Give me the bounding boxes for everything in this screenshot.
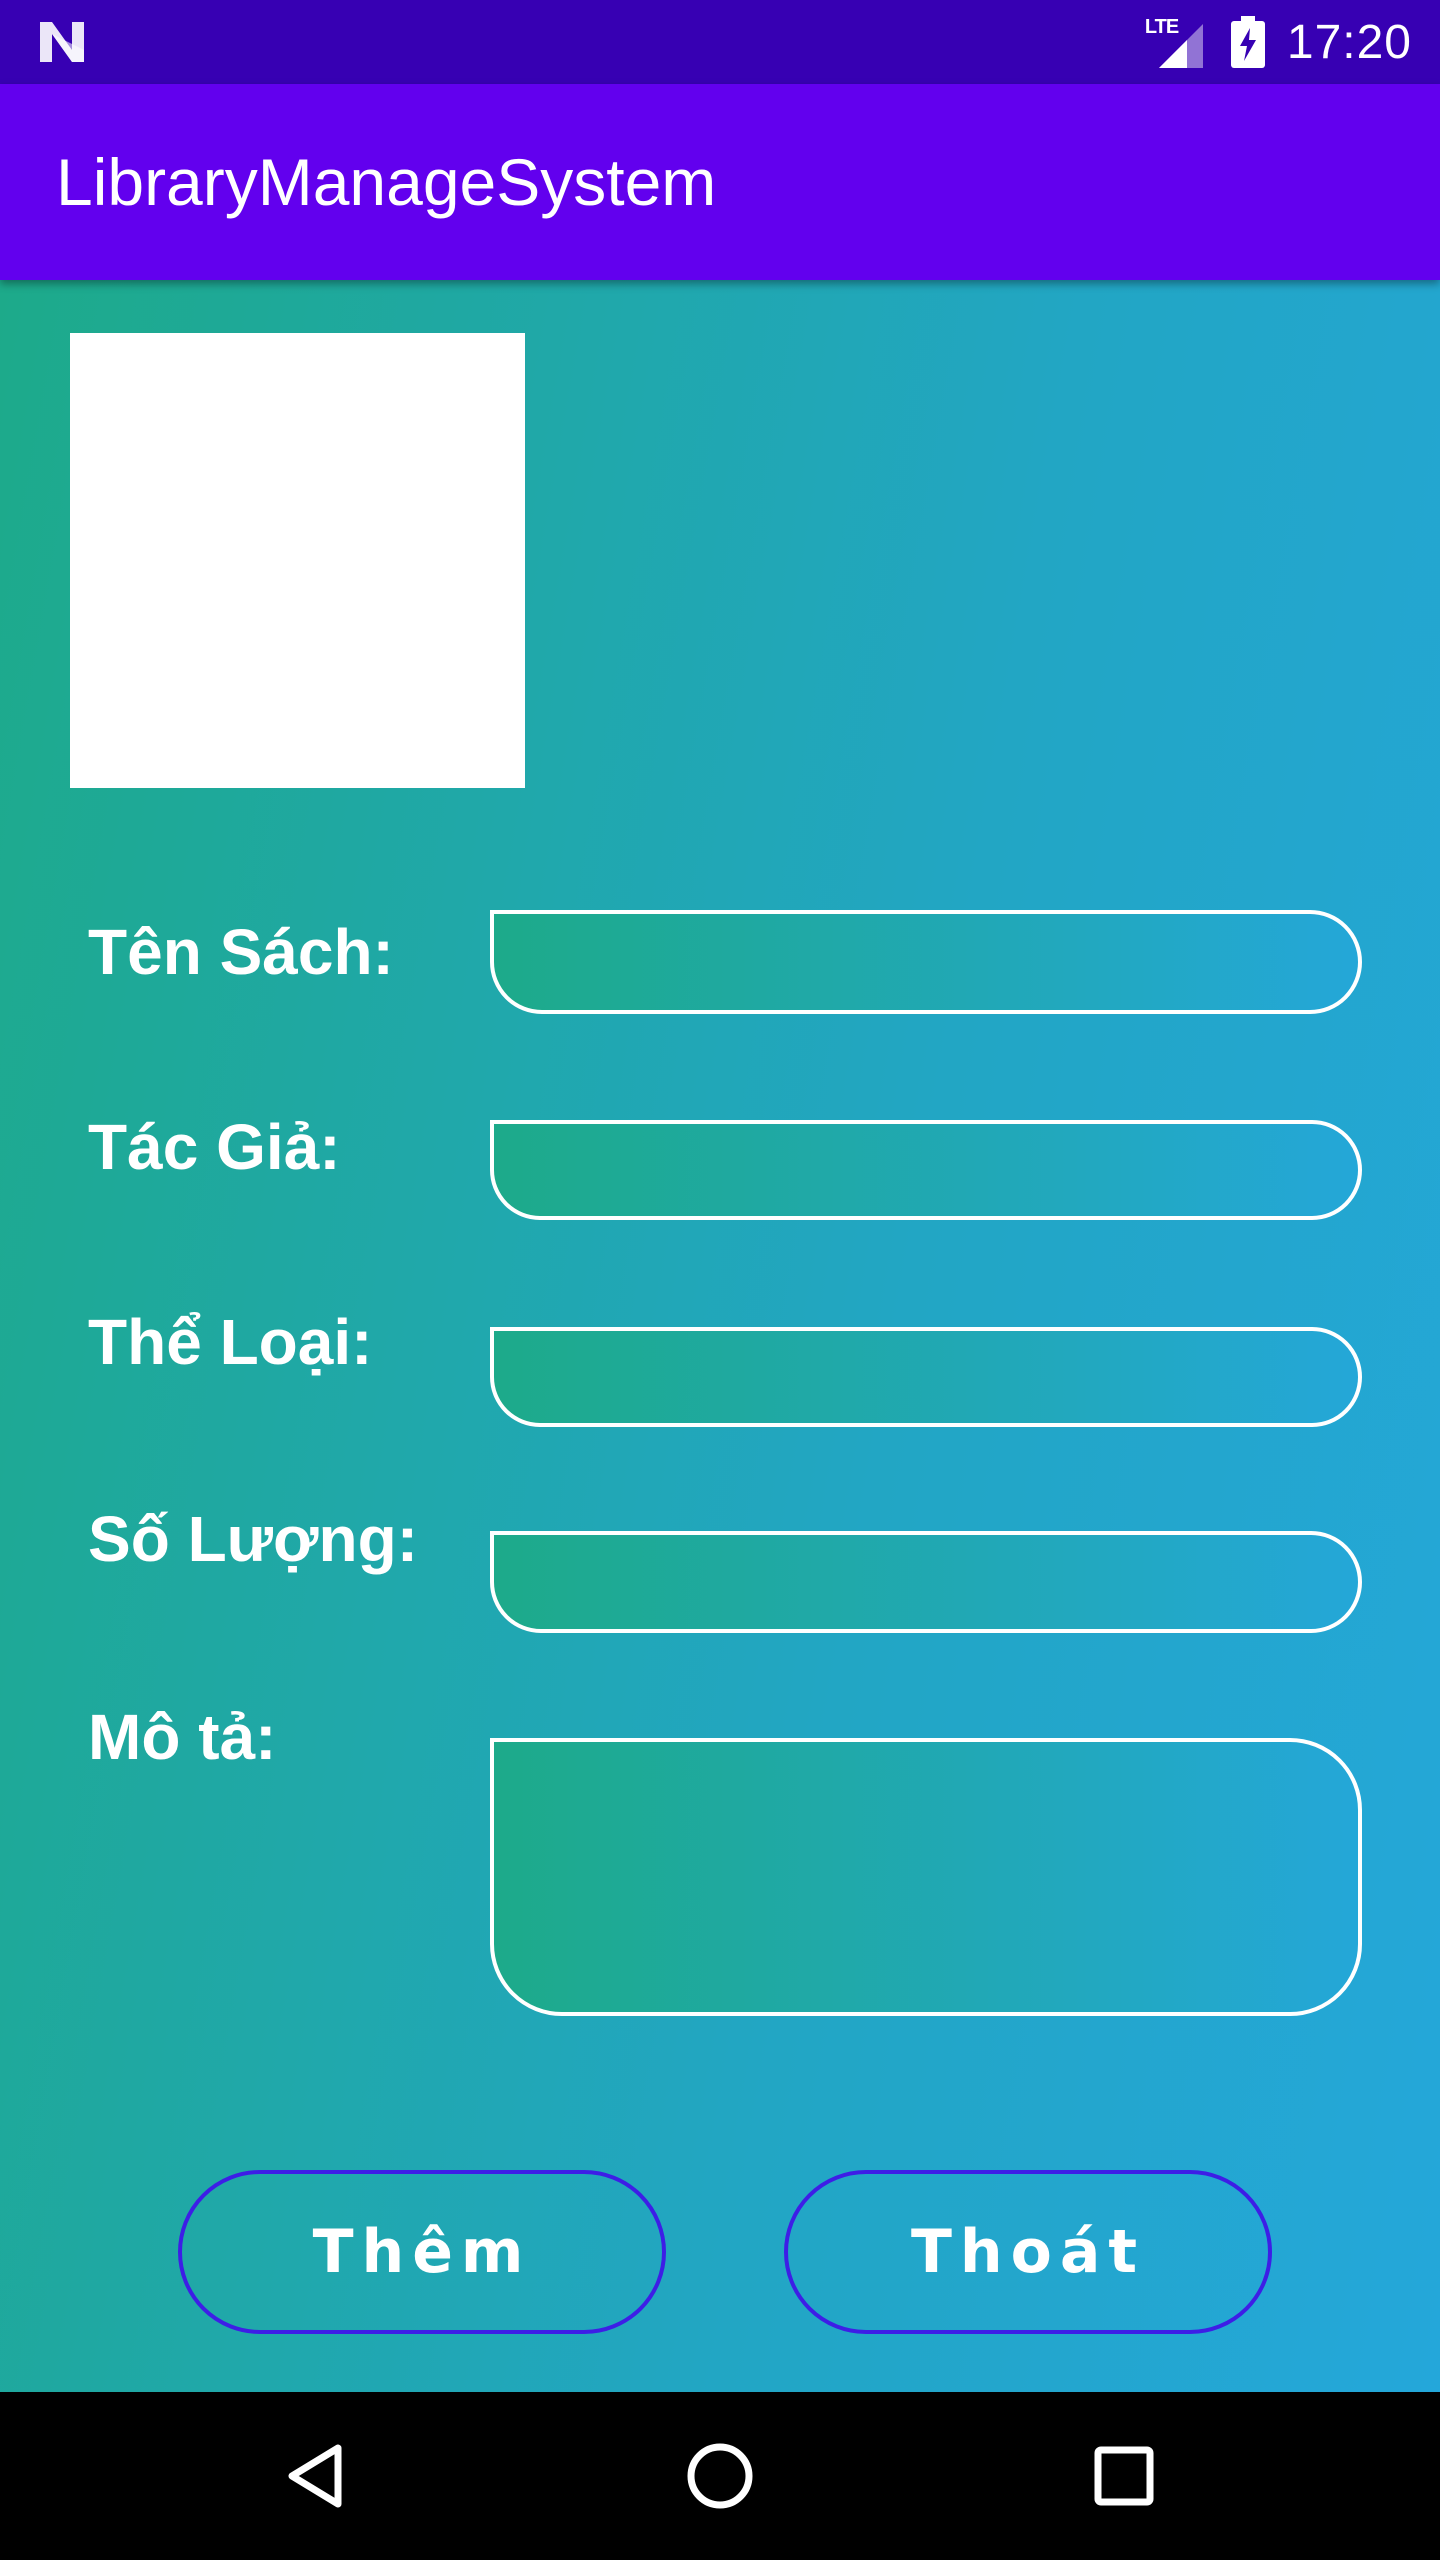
status-bar: LTE 17:20 bbox=[0, 0, 1440, 84]
app-title: LibraryManageSystem bbox=[56, 145, 717, 219]
signal-indicator: LTE bbox=[1145, 14, 1209, 70]
book-name-input[interactable] bbox=[494, 914, 1358, 1010]
quantity-field[interactable] bbox=[490, 1531, 1362, 1633]
description-field[interactable] bbox=[490, 1738, 1362, 2016]
signal-icon bbox=[1158, 24, 1203, 68]
recents-button[interactable] bbox=[1084, 2436, 1164, 2516]
category-field[interactable] bbox=[490, 1327, 1362, 1427]
category-label: Thể Loại: bbox=[88, 1306, 373, 1378]
author-label: Tác Giả: bbox=[88, 1111, 341, 1183]
category-input[interactable] bbox=[494, 1331, 1358, 1423]
book-form: Tên Sách: Tác Giả: Thể Loại: Số Lượng: M… bbox=[0, 280, 1440, 2392]
navigation-bar bbox=[0, 2392, 1440, 2560]
app-bar: LibraryManageSystem bbox=[0, 84, 1440, 280]
description-input[interactable] bbox=[494, 1742, 1358, 2012]
book-name-field[interactable] bbox=[490, 910, 1362, 1014]
battery-charging-icon bbox=[1230, 16, 1265, 68]
add-button[interactable]: Thêm bbox=[178, 2170, 666, 2334]
screen: LTE 17:20 LibraryManageSystem Tên Sách: … bbox=[0, 0, 1440, 2560]
status-icons: LTE 17:20 bbox=[1145, 0, 1412, 84]
book-name-label: Tên Sách: bbox=[88, 916, 394, 988]
author-field[interactable] bbox=[490, 1120, 1362, 1220]
home-icon bbox=[687, 2443, 753, 2509]
android-n-icon bbox=[40, 22, 84, 62]
recents-icon bbox=[1094, 2446, 1154, 2506]
author-input[interactable] bbox=[494, 1124, 1358, 1216]
home-button[interactable] bbox=[680, 2436, 760, 2516]
quantity-label: Số Lượng: bbox=[88, 1503, 418, 1575]
back-button[interactable] bbox=[276, 2436, 356, 2516]
book-image[interactable] bbox=[70, 333, 525, 788]
exit-button[interactable]: Thoát bbox=[784, 2170, 1272, 2334]
back-icon bbox=[288, 2444, 342, 2508]
clock: 17:20 bbox=[1286, 15, 1412, 69]
quantity-input[interactable] bbox=[494, 1535, 1358, 1629]
description-label: Mô tả: bbox=[88, 1701, 277, 1773]
